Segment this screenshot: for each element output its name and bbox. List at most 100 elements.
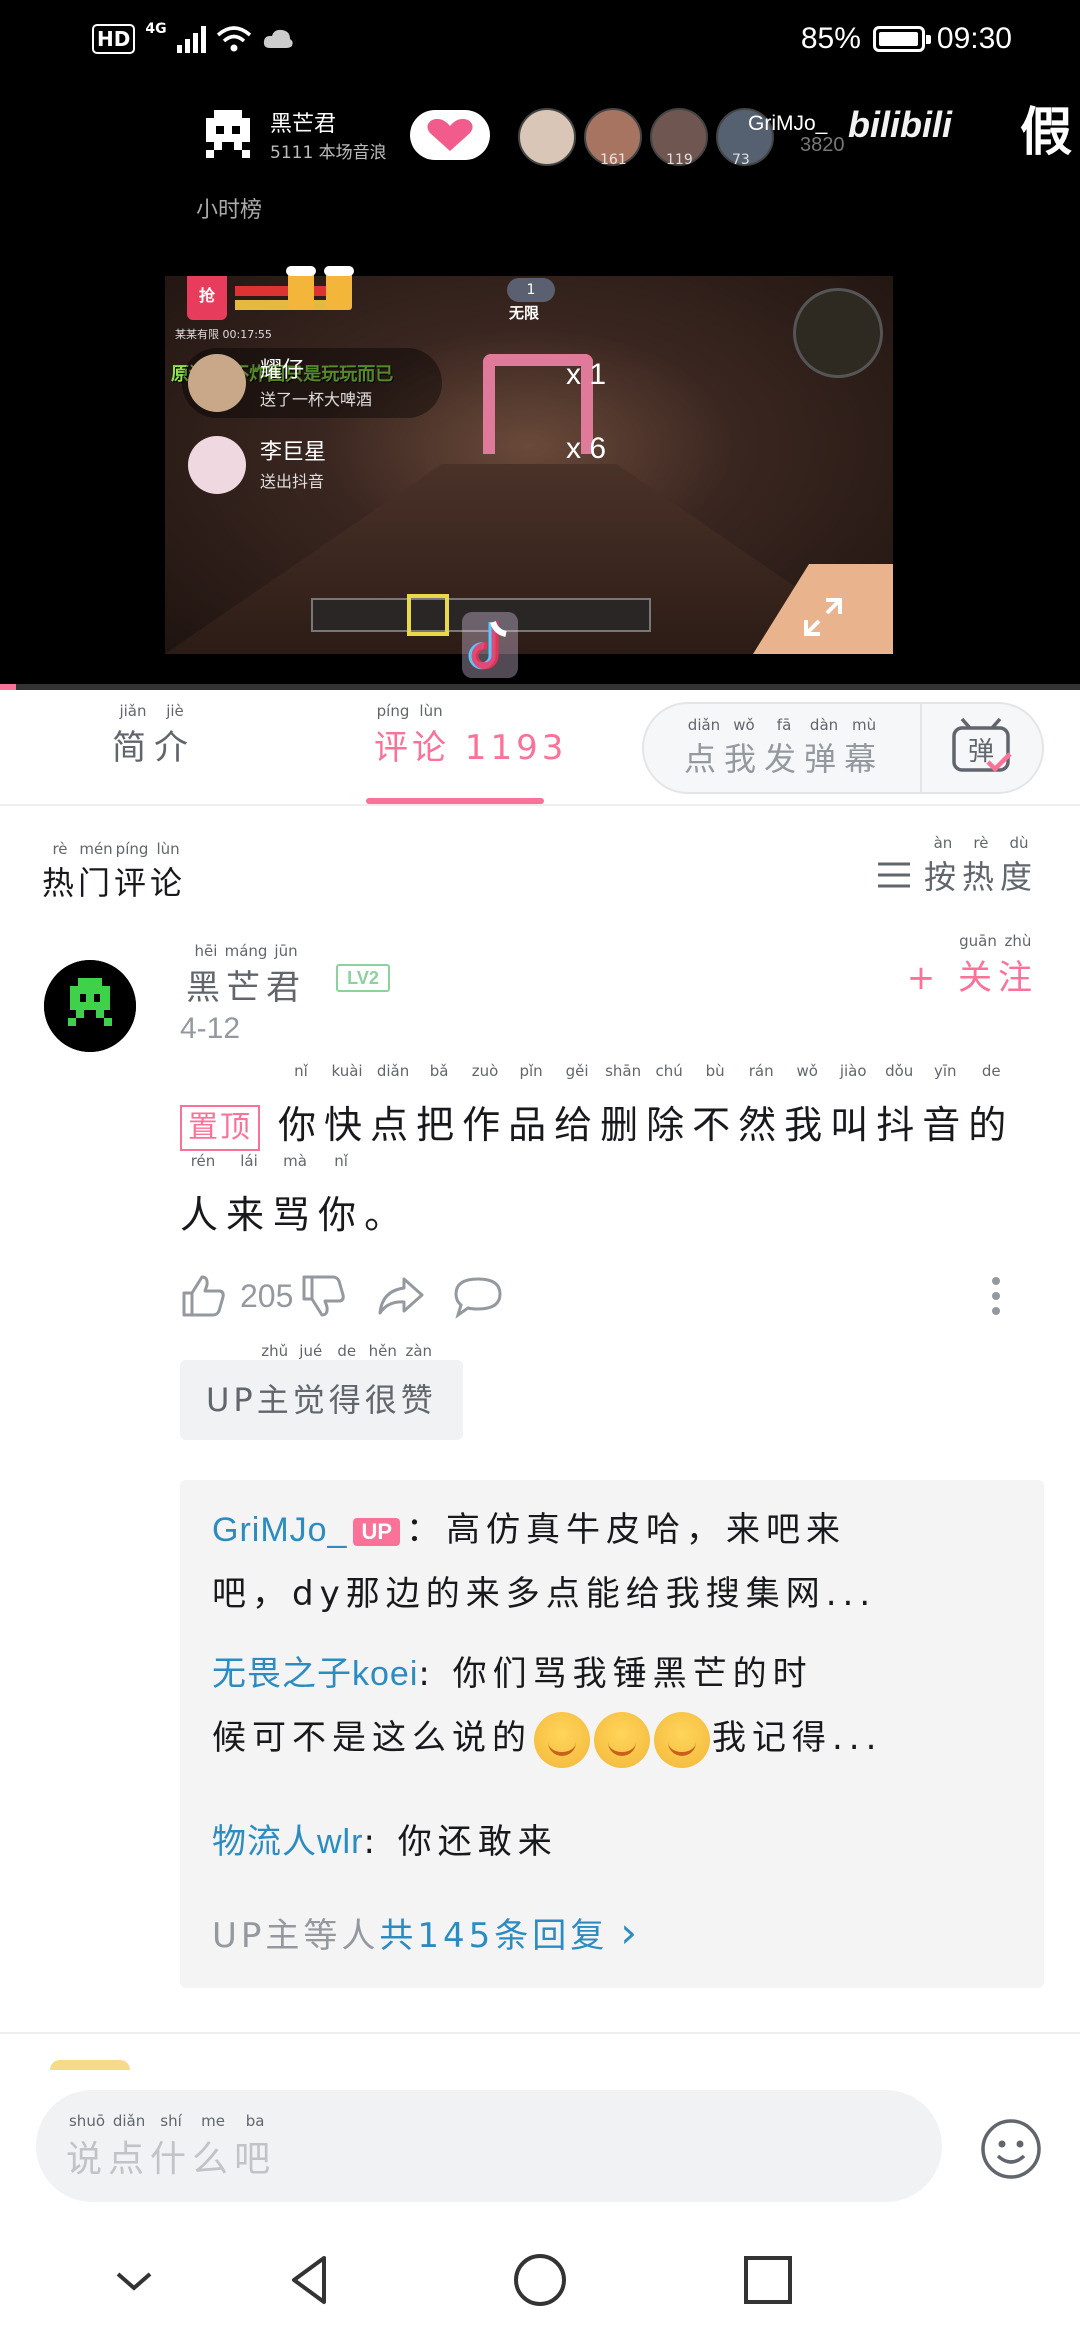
up-tag: UP [353, 1517, 401, 1546]
comment-content: 你快点把作品给删除不然我叫抖音的人来骂你。 [180, 1103, 1014, 1237]
danmaku-char: 我 [724, 734, 764, 780]
reply-author[interactable]: GriMJo_ [212, 1511, 347, 1549]
video-player[interactable]: 黑芒君 5111 本场音浪 161 119 73 GriMJo_ 3820 bi… [0, 84, 1080, 690]
follow-char: 注 [998, 950, 1038, 999]
plus-icon: + [906, 958, 958, 998]
danmaku-placeholder: 点我发弹幕 [684, 734, 884, 780]
up-liked-char: U [206, 1381, 234, 1419]
streamer-sub: 5111 本场音浪 [270, 143, 387, 163]
reply-text: 吧，dy那边的来多点能给我搜集网... [212, 1574, 877, 1614]
fans-heart-button [410, 110, 490, 160]
reply-author[interactable]: 无畏之子koei [212, 1655, 418, 1693]
danmaku-input[interactable]: 点我发弹幕 弹 [642, 702, 1044, 794]
comment-char: 我 [784, 1080, 830, 1170]
up-liked-badge: UP主觉得很赞 [180, 1360, 463, 1440]
hud-mode: 无限 [509, 304, 540, 322]
viewer-avatar [518, 108, 576, 166]
viewer-avatar: 161 [584, 108, 642, 168]
more-options-button[interactable] [990, 1268, 1002, 1324]
up-liked-char: 很 [365, 1360, 401, 1440]
tab-intro[interactable]: 简介 [112, 720, 196, 769]
more-vertical-icon [992, 1277, 1000, 1315]
network-type: 4G [145, 21, 167, 37]
comment-char: 抖 [876, 1080, 922, 1170]
gift-count: x 1 [566, 358, 607, 391]
reply-item[interactable]: 物流人wlr: 你还敢来 [212, 1812, 1012, 1872]
comment-divider [0, 2032, 1080, 2034]
sort-char: 热 [962, 852, 1000, 898]
title-char: 论 [150, 858, 186, 904]
reply-item[interactable]: 无畏之子koei: 你们骂我锤黑芒的时 候可不是这么说的 我记得... [212, 1644, 1012, 1768]
up-liked-char: P [233, 1381, 257, 1419]
level-badge: LV2 [336, 964, 390, 992]
danmaku-char: 点 [684, 734, 724, 780]
reply-button[interactable] [452, 1268, 504, 1324]
dislike-button[interactable] [300, 1268, 346, 1324]
sort-label: 按热度 [924, 852, 1038, 898]
emoji-picker-icon[interactable] [980, 2118, 1042, 2180]
thumbs-down-icon [302, 1275, 345, 1317]
comment-char: 叫 [830, 1080, 876, 1170]
gift-sender: 李巨星 [260, 440, 327, 465]
tab-bar: 简介 评论 1193 点我发弹幕 弹 [0, 690, 1080, 806]
name-char: 君 [266, 960, 306, 1009]
bili-watermark-sub: 3820 [800, 134, 845, 156]
gift-notice: 耀仔 送了一杯大啤酒 [182, 348, 442, 418]
next-comment-avatar-peek [50, 2060, 130, 2070]
status-right: 85% 09:30 [801, 22, 1012, 56]
comment-char: 把 [416, 1080, 462, 1170]
laughing-emoji-icon [594, 1711, 650, 1768]
like-count: 205 [240, 1277, 294, 1314]
danmaku-toggle-icon[interactable]: 弹 [948, 716, 1014, 778]
nav-recents-icon[interactable] [738, 2250, 798, 2310]
reply-item[interactable]: GriMJo_ UP ：高仿真牛皮哈，来吧来 吧，dy那边的来多点能给我搜集网... [212, 1500, 1012, 1622]
comment-count: 1193 [450, 728, 568, 768]
up-liked-char: 赞 [401, 1360, 437, 1440]
tiktok-icon [462, 612, 518, 678]
comment-char: 然 [738, 1080, 784, 1170]
name-char: 黑 [186, 960, 226, 1009]
reply-text: : 你们骂我锤黑芒的时 [418, 1654, 813, 1694]
comment-input-bar: 说点什么吧 [0, 2072, 1080, 2222]
fullscreen-icon[interactable] [800, 594, 846, 640]
share-button[interactable] [376, 1268, 426, 1324]
like-button[interactable]: 205 [180, 1268, 293, 1324]
nav-collapse-icon[interactable] [104, 2250, 164, 2310]
reply-text: 候可不是这么说的 [212, 1718, 532, 1758]
title-char: 热 [42, 858, 78, 904]
reply-more-prefix: UP主等人 [212, 1916, 380, 1956]
gift-desc: 送出抖音 [260, 472, 325, 491]
gift-desc: 送了一杯大啤酒 [260, 390, 373, 409]
nav-back-icon[interactable] [280, 2250, 340, 2310]
comment-char: 给 [554, 1080, 600, 1170]
replies-box[interactable]: GriMJo_ UP ：高仿真牛皮哈，来吧来 吧，dy那边的来多点能给我搜集网...… [180, 1480, 1044, 1988]
list-icon [877, 862, 910, 888]
placeholder-char: 吧 [234, 2130, 276, 2182]
comment-char: 点 [370, 1080, 416, 1170]
view-all-replies[interactable]: UP主等人 共145条回复 › [212, 1908, 641, 1957]
follow-button[interactable]: + 关注 [907, 950, 1038, 999]
nav-home-icon[interactable] [510, 2250, 570, 2310]
reply-text: 我记得... [712, 1718, 883, 1758]
beer-icon [286, 266, 354, 310]
overflow-text: 假 [1020, 103, 1073, 163]
placeholder-char: 说 [66, 2130, 108, 2182]
sort-button[interactable]: 按热度 [877, 852, 1038, 898]
follow-label: 关注 [958, 958, 1038, 998]
tab-comments[interactable]: 评论 1193 [374, 720, 567, 769]
commenter-avatar[interactable] [44, 960, 136, 1052]
reply-author[interactable]: 物流人wlr [212, 1823, 363, 1861]
streamer-avatar [206, 110, 250, 158]
name-char: 芒 [226, 960, 266, 1009]
hud-time: 某某有限 00:17:55 [175, 328, 272, 341]
comment-input[interactable]: 说点什么吧 [36, 2090, 942, 2202]
up-liked-char: 主 [257, 1360, 293, 1440]
laughing-emoji-icon [534, 1711, 590, 1768]
thumbs-up-icon [182, 1275, 225, 1317]
commenter-name[interactable]: 黑芒君 [186, 960, 306, 1009]
comment-char: 的 [968, 1080, 1014, 1170]
hot-comments-title: 热门评论 [42, 858, 186, 904]
comment-char: 你 [318, 1170, 364, 1260]
hud-badge: 抢 [187, 276, 227, 320]
reply-more-link[interactable]: 共145条回复 [379, 1908, 608, 1957]
